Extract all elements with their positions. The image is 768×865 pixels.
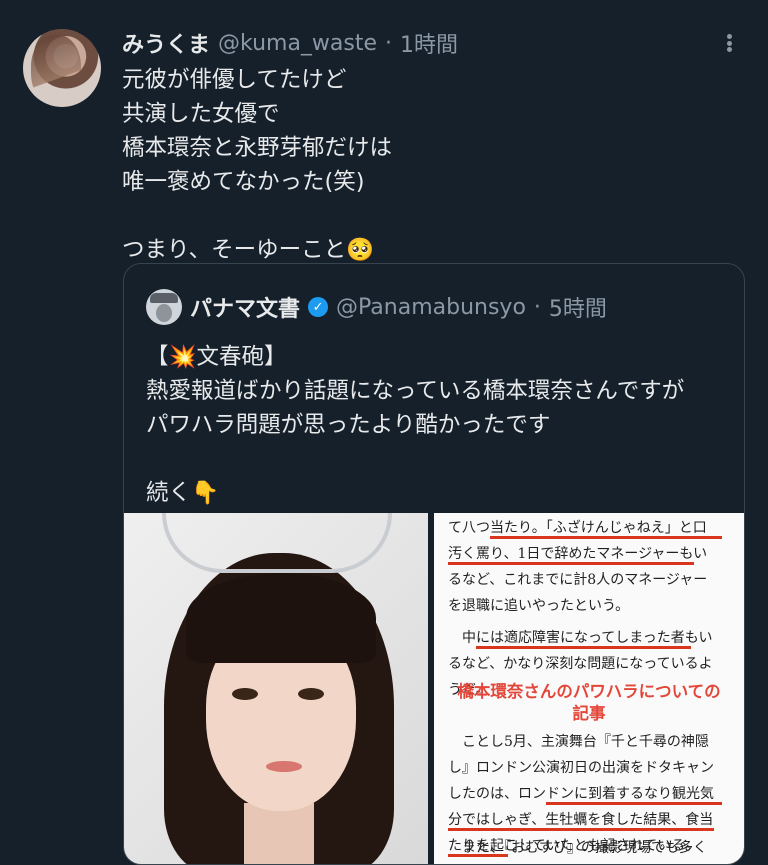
quoted-avatar[interactable] <box>146 289 182 325</box>
highlight-underline <box>448 828 714 831</box>
article-line: ことし5月、主演舞台『千と千尋の神隠 <box>448 734 709 750</box>
separator-dot: · <box>385 30 393 56</box>
quoted-tweet[interactable]: パナマ文書 ✓ @Panamabunsyo · 5時間 【💥文春砲】 熱愛報道ば… <box>123 263 745 865</box>
photo-sunglasses <box>162 513 392 573</box>
quoted-tweet-time[interactable]: 5時間 <box>549 291 607 323</box>
photo-eye-left <box>232 688 258 700</box>
photo-bangs <box>186 573 376 663</box>
tweet-text: 元彼が俳優してたけど 共演した女優で 橋本環奈と永野芽郁だけは 唯一褒めてなかっ… <box>122 67 393 263</box>
tweet-header: みうくま @kuma_waste · 1時間 <box>122 27 458 59</box>
article-line: るなど、これまでに計8人のマネージャー <box>448 572 708 588</box>
author-handle[interactable]: @kuma_waste <box>218 31 377 56</box>
article-line: また、『おむすび』の撮影現場でも多く <box>448 840 707 856</box>
highlight-underline <box>490 536 722 539</box>
quoted-tweet-header: パナマ文書 ✓ @Panamabunsyo · 5時間 <box>146 288 607 326</box>
photo-lips <box>266 761 302 772</box>
quoted-tweet-text: 【💥文春砲】 熱愛報道ばかり話題になっている橋本環奈さんですが パワハラ問題が思… <box>146 344 685 506</box>
tweet[interactable]: みうくま @kuma_waste · 1時間 元彼が俳優してたけど 共演した女優… <box>0 0 768 865</box>
verified-badge-icon: ✓ <box>308 297 329 317</box>
portrait-photo[interactable] <box>124 513 428 864</box>
quoted-author-handle[interactable]: @Panamabunsyo <box>336 295 526 320</box>
highlight-underline <box>476 646 691 649</box>
highlight-underline <box>448 854 508 857</box>
more-vertical-icon[interactable] <box>718 30 740 56</box>
quoted-author-name[interactable]: パナマ文書 <box>190 291 300 323</box>
quoted-separator-dot: · <box>533 294 541 320</box>
photo-neck <box>244 803 314 864</box>
highlight-underline <box>448 562 694 565</box>
tweet-time[interactable]: 1時間 <box>400 27 458 59</box>
media-grid: て八つ当たり。「ふざけんじゃねえ」と口 汚く罵り、1日で辞めたマネージャーもい … <box>124 513 744 864</box>
article-line: るなど、かなり深刻な問題になっているよ <box>448 656 713 672</box>
article-heading: 橋本環奈さんのパワハラについての 記事 <box>457 682 721 723</box>
photo-eye-right <box>298 688 324 700</box>
article-screenshot[interactable]: て八つ当たり。「ふざけんじゃねえ」と口 汚く罵り、1日で辞めたマネージャーもい … <box>434 513 744 864</box>
article-line: し』ロンドン公演初日の出演をドタキャン <box>448 760 714 776</box>
author-name[interactable]: みうくま <box>122 27 210 59</box>
avatar[interactable] <box>23 29 101 107</box>
article-line: を退職に追いやったという。 <box>448 598 630 614</box>
highlight-underline <box>546 802 722 805</box>
